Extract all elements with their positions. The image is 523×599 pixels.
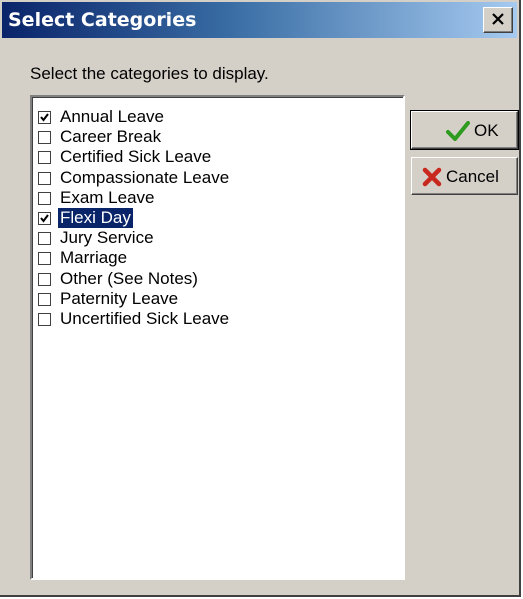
check-icon <box>40 113 49 122</box>
checkbox[interactable] <box>38 171 51 185</box>
checkbox[interactable] <box>38 232 51 246</box>
list-item-label: Career Break <box>60 127 162 147</box>
ok-button[interactable]: OK <box>410 110 519 150</box>
checkbox[interactable] <box>38 191 51 205</box>
x-cross-icon <box>422 167 442 187</box>
select-categories-dialog: Select Categories Select the categories … <box>0 0 521 597</box>
list-item-label: Other (See Notes) <box>60 268 198 288</box>
checkbox[interactable] <box>38 212 51 225</box>
categories-listbox[interactable]: Annual Leave Career Break Certified Sick L… <box>30 95 405 580</box>
checkbox[interactable] <box>38 292 51 306</box>
checkmark-icon <box>446 121 470 141</box>
cancel-button-label: Cancel <box>446 167 499 186</box>
dialog-title: Select Categories <box>8 9 197 31</box>
close-button[interactable] <box>483 7 513 33</box>
list-item-label: Certified Sick Leave <box>60 147 212 167</box>
checkbox[interactable] <box>38 111 51 124</box>
list-item-label: Uncertified Sick Leave <box>60 309 230 328</box>
list-item-label: Flexi Day <box>57 207 134 229</box>
list-item[interactable]: Uncertified Sick Leave <box>38 309 378 332</box>
ok-button-label: OK <box>474 121 499 140</box>
checkbox[interactable] <box>38 131 51 145</box>
list-item-label: Annual Leave <box>60 107 164 126</box>
list-item-label: Exam Leave <box>60 187 155 207</box>
list-item-label: Paternity Leave <box>60 288 179 308</box>
checkbox[interactable] <box>38 252 51 266</box>
check-icon <box>40 214 49 223</box>
list-item-label: Compassionate Leave <box>60 167 230 187</box>
checkbox[interactable] <box>38 272 51 286</box>
cancel-button[interactable]: Cancel <box>411 157 518 195</box>
checkbox[interactable] <box>38 313 51 326</box>
title-bar[interactable]: Select Categories <box>2 2 517 38</box>
close-icon <box>492 13 504 25</box>
checkbox[interactable] <box>38 151 51 165</box>
list-item-label: Jury Service <box>60 228 154 248</box>
instruction-text: Select the categories to display. <box>30 64 269 83</box>
list-item-label: Marriage <box>60 248 128 268</box>
